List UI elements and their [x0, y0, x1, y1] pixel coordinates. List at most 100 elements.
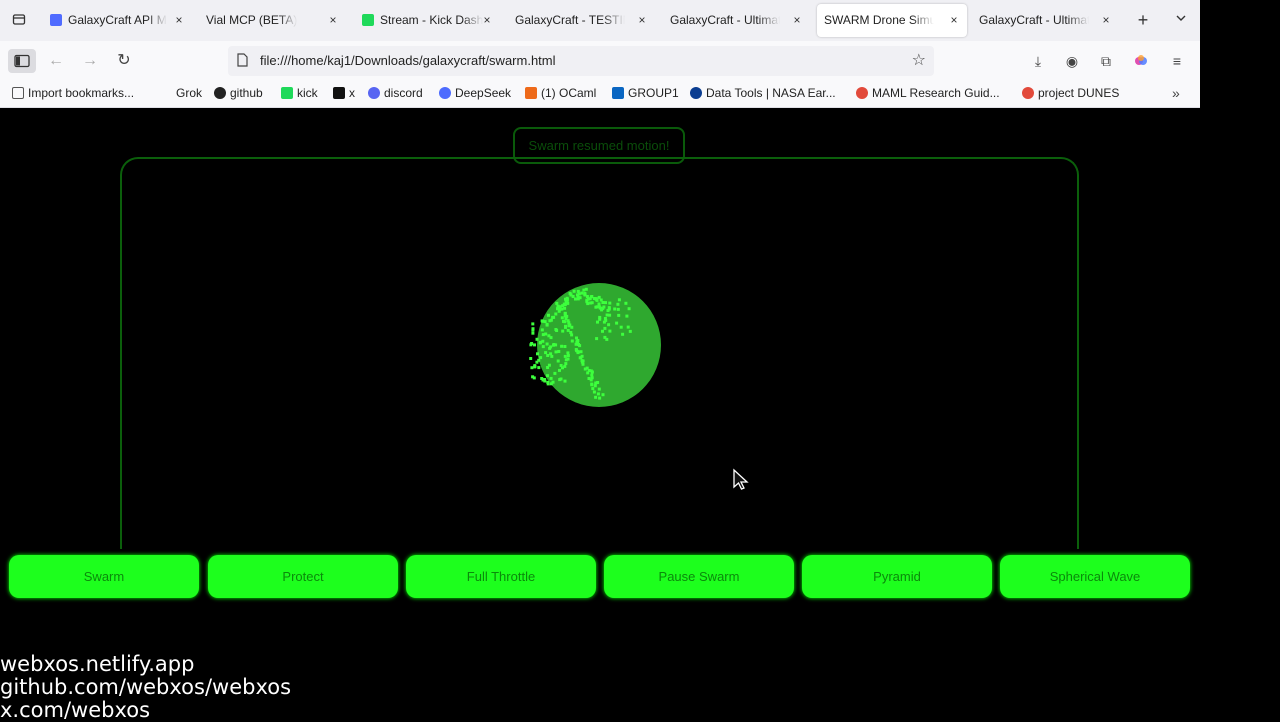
drone-particle: [576, 289, 580, 293]
bookmark-deepseek[interactable]: DeepSeek: [439, 81, 511, 107]
drone-particle: [531, 331, 535, 335]
drone-particle: [570, 339, 574, 343]
drone-particle: [625, 314, 629, 318]
bookmark-import[interactable]: Import bookmarks...: [12, 81, 134, 107]
chevron-down-icon[interactable]: [1172, 10, 1190, 30]
drone-particle: [599, 298, 603, 302]
bookmark-maml[interactable]: MAML Research Guid...: [856, 81, 1000, 107]
tab-list-icon[interactable]: [8, 10, 30, 32]
drone-particle: [590, 376, 594, 380]
download-icon[interactable]: ⤓: [1027, 50, 1049, 72]
close-tab-icon[interactable]: ×: [480, 4, 494, 37]
url-text[interactable]: file:///home/kaj1/Downloads/galaxycraft/…: [260, 46, 556, 76]
forward-arrow-icon[interactable]: →: [76, 49, 104, 73]
close-tab-icon[interactable]: ×: [326, 4, 340, 37]
pause-swarm-button[interactable]: Pause Swarm: [604, 555, 794, 598]
tab-vial-mcp[interactable]: Vial MCP (BETA) ×: [206, 4, 340, 37]
tab-galaxycraft-api[interactable]: GalaxyCraft API M ×: [50, 4, 186, 37]
drone-particle: [598, 317, 602, 321]
drone-particle: [548, 319, 552, 323]
close-tab-icon[interactable]: ×: [947, 4, 961, 37]
protect-button[interactable]: Protect: [208, 555, 398, 598]
address-bar[interactable]: file:///home/kaj1/Downloads/galaxycraft/…: [228, 46, 934, 76]
bookmark-kick[interactable]: kick: [281, 81, 318, 107]
back-arrow-icon[interactable]: ←: [42, 49, 70, 73]
drone-particle: [565, 296, 569, 300]
close-tab-icon[interactable]: ×: [635, 4, 649, 37]
drone-particle: [547, 363, 551, 367]
bookmark-group1[interactable]: GROUP1: [612, 81, 679, 107]
drone-particle: [586, 302, 590, 306]
drone-particle: [596, 320, 599, 324]
drone-particle: [558, 378, 562, 382]
tab-galaxycraft-ultimate[interactable]: GalaxyCraft - Ultimate ×: [670, 4, 804, 37]
drone-particle: [552, 343, 556, 346]
bookmark-dunes[interactable]: project DUNES: [1022, 81, 1119, 107]
drone-particle: [601, 329, 604, 333]
reload-icon[interactable]: ↻: [110, 49, 138, 73]
drone-particle: [548, 346, 552, 350]
drone-particle: [569, 293, 573, 297]
tab-galaxycraft-ultimate-2[interactable]: GalaxyCraft - Ultimate ×: [979, 4, 1113, 37]
tab-kick-dashboard[interactable]: Stream - Kick Dash ×: [362, 4, 494, 37]
maml-icon: [856, 87, 868, 99]
drone-particle: [530, 366, 534, 370]
bookmark-github[interactable]: github: [214, 81, 263, 107]
bookmark-nasa[interactable]: Data Tools | NASA Ear...: [690, 81, 836, 107]
drone-particle: [595, 337, 599, 341]
bookmark-discord[interactable]: discord: [368, 81, 423, 107]
spherical-wave-button[interactable]: Spherical Wave: [1000, 555, 1190, 598]
drone-particle: [594, 395, 598, 399]
nasa-icon: [690, 87, 702, 99]
close-tab-icon[interactable]: ×: [790, 4, 804, 37]
drone-particle: [554, 350, 558, 354]
drone-particle: [576, 339, 580, 342]
drone-particle: [570, 325, 574, 329]
bookmarks-overflow-icon[interactable]: »: [1172, 81, 1180, 105]
footer-link-github: github.com/webxos/webxos: [0, 675, 292, 699]
footer-link-netlify: webxos.netlify.app: [0, 652, 195, 676]
tab-bar: GalaxyCraft API M × Vial MCP (BETA) × St…: [0, 0, 1200, 41]
drone-particle: [531, 322, 535, 326]
new-tab-button[interactable]: +: [1134, 10, 1152, 30]
bookmark-star-icon[interactable]: ☆: [912, 50, 926, 70]
drone-particle: [543, 378, 547, 381]
hamburger-menu-icon[interactable]: ≡: [1166, 50, 1188, 72]
full-throttle-button[interactable]: Full Throttle: [406, 555, 596, 598]
ai-assistant-icon[interactable]: [1130, 50, 1152, 72]
drone-particle: [607, 323, 611, 327]
drone-particle: [555, 329, 559, 332]
drone-particle: [574, 297, 577, 301]
extensions-icon[interactable]: ⧉: [1095, 50, 1117, 72]
drone-particle: [578, 344, 582, 348]
drone-particle: [602, 305, 606, 309]
bookmark-ocaml[interactable]: (1) OCaml: [525, 81, 596, 107]
drone-particle: [626, 325, 630, 329]
browser-chrome: GalaxyCraft API M × Vial MCP (BETA) × St…: [0, 0, 1200, 108]
drone-particle: [541, 339, 545, 343]
bookmark-grok[interactable]: Grok: [176, 81, 202, 107]
close-tab-icon[interactable]: ×: [172, 4, 186, 37]
drone-particle: [595, 305, 599, 309]
tab-swarm-drone-sim[interactable]: SWARM Drone Simula ×: [817, 4, 967, 37]
drone-particle: [547, 313, 550, 317]
drone-particle: [549, 376, 553, 380]
drone-particle: [569, 331, 573, 334]
pyramid-button[interactable]: Pyramid: [802, 555, 992, 598]
close-tab-icon[interactable]: ×: [1099, 4, 1113, 37]
drone-particle: [579, 350, 583, 354]
swarm-button[interactable]: Swarm: [9, 555, 199, 598]
tab-galaxycraft-testing[interactable]: GalaxyCraft - TESTING ×: [515, 4, 649, 37]
drone-particle: [551, 380, 555, 384]
account-icon[interactable]: ◉: [1061, 50, 1083, 72]
bookmark-x[interactable]: x: [333, 81, 355, 107]
discord-icon: [368, 87, 380, 99]
drone-particle: [543, 320, 547, 324]
page-info-icon[interactable]: [236, 53, 248, 67]
drone-particle: [581, 362, 585, 366]
sidebar-toggle-icon[interactable]: [8, 49, 36, 73]
drone-particle: [590, 373, 594, 377]
github-icon: [214, 87, 226, 99]
footer-link-x: x.com/webxos: [0, 698, 151, 722]
drone-particle: [533, 343, 536, 347]
